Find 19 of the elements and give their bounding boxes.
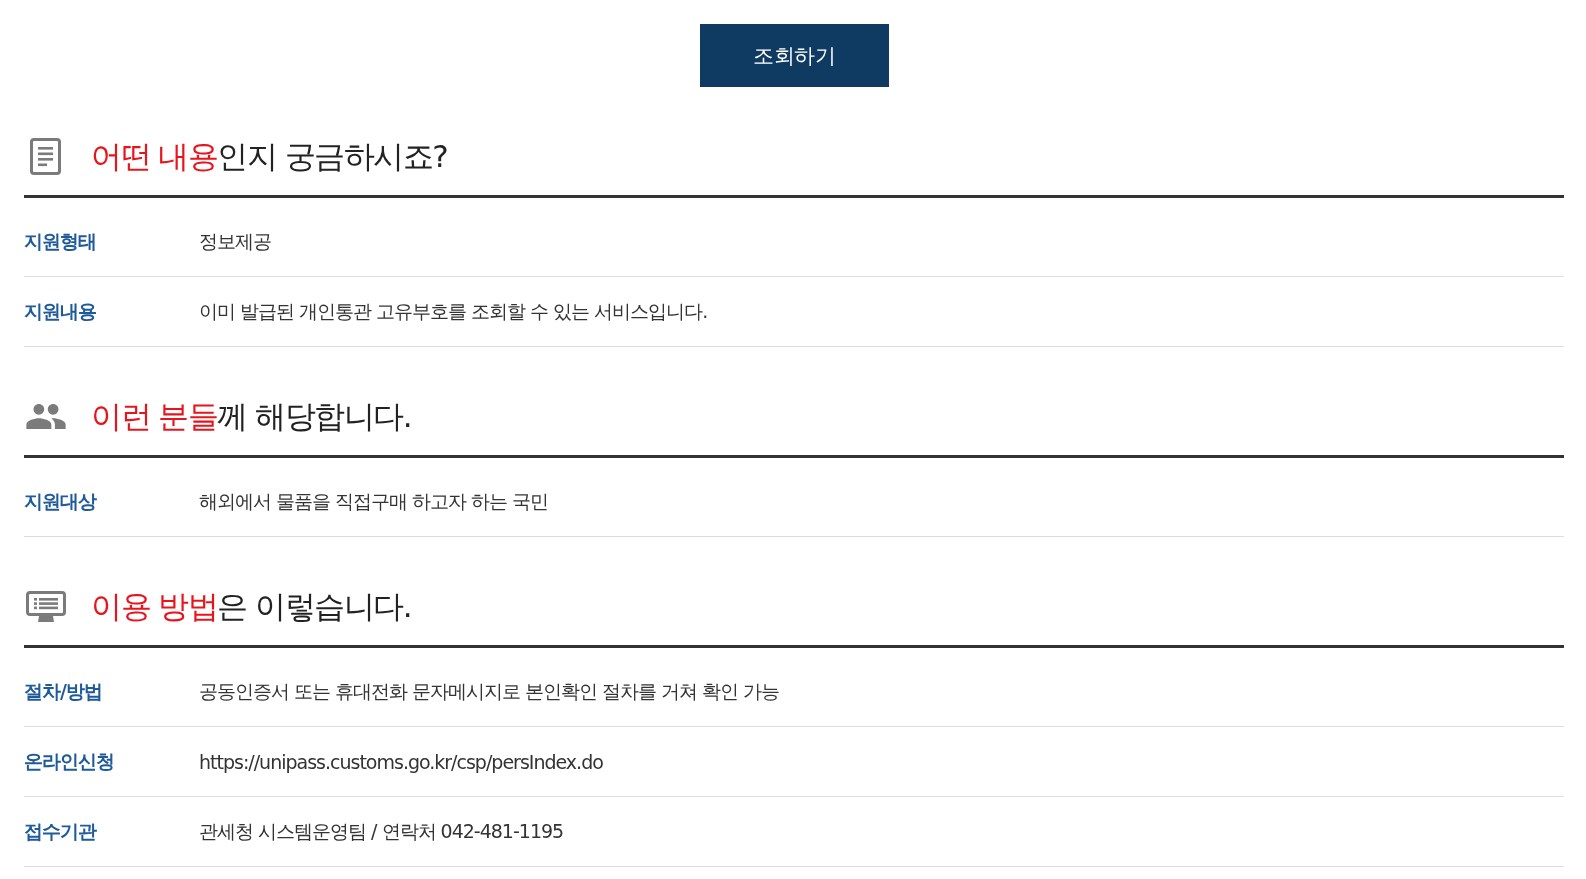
row-label: 지원내용 [24, 298, 97, 324]
row-value: https://unipass.customs.go.kr/csp/persIndex.do [199, 750, 603, 773]
row-label: 온라인신청 [24, 748, 115, 774]
row-value: 관세청 시스템운영팀 / 연락처 042-481-1195 [199, 818, 564, 844]
row-value: 정보제공 [199, 228, 271, 254]
row-value: 공동인증서 또는 휴대전화 문자메시지로 본인확인 절차를 거쳐 확인 가능 [199, 678, 780, 704]
row-value: 이미 발급된 개인통관 고유부호를 조회할 수 있는 서비스입니다. [199, 298, 708, 324]
section-title: 이용 방법은 이렇습니다. [91, 587, 412, 626]
section-title: 어떤 내용인지 궁금하시죠? [91, 137, 448, 176]
row-label: 지원형태 [24, 228, 97, 254]
row-value: 해외에서 물품을 직접구매 하고자 하는 국민 [199, 488, 549, 514]
document-icon [30, 137, 61, 175]
monitor-list-icon [25, 590, 66, 622]
row-label: 절차/방법 [24, 678, 103, 704]
search-button[interactable]: 조회하기 [699, 24, 889, 87]
people-icon [25, 403, 66, 429]
row-label: 접수기관 [24, 818, 98, 844]
section-title: 이런 분들께 해당합니다. [91, 397, 412, 436]
row-label: 지원대상 [24, 488, 98, 514]
